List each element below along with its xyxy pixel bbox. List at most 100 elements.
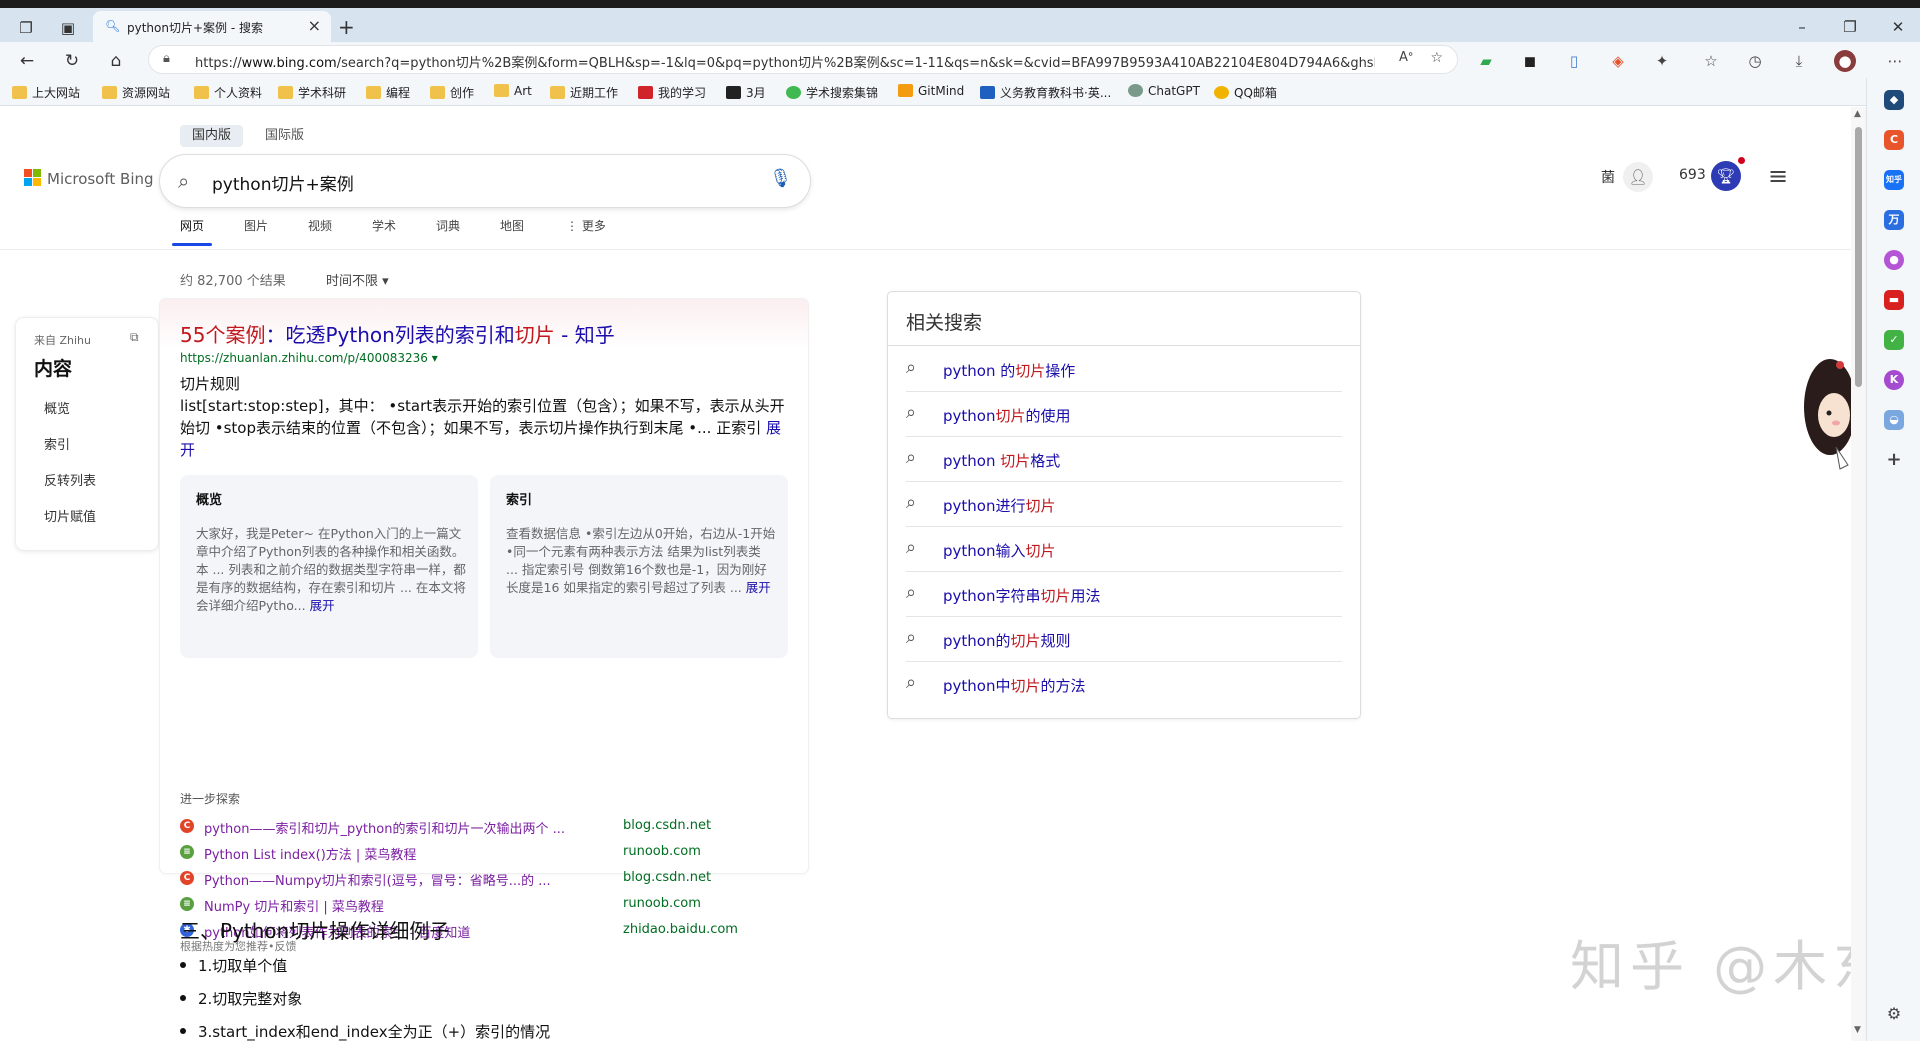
language-badge[interactable]: 菌	[1601, 167, 1615, 187]
bookmark-link[interactable]: 3月	[726, 84, 766, 101]
sidebar-app-icon[interactable]: ◆	[1884, 90, 1904, 110]
url-text[interactable]: https://www.bing.com/search?q=python切片%2…	[195, 52, 1375, 71]
sidebar-settings-icon[interactable]: ⚙	[1884, 1004, 1904, 1024]
sidebar-message-icon[interactable]: ▬	[1884, 290, 1904, 310]
related-item[interactable]: ⌕ python切片的使用	[906, 392, 1342, 437]
mascot-character[interactable]	[1796, 357, 1851, 473]
scroll-down-icon[interactable]: ▼	[1854, 1025, 1861, 1035]
rewards-points[interactable]: 693	[1679, 167, 1706, 183]
bing-logo[interactable]: Microsoft Bing	[24, 169, 154, 188]
related-item[interactable]: ⌕ python输入切片	[906, 527, 1342, 572]
close-icon[interactable]: ×	[308, 16, 321, 35]
related-item[interactable]: ⌕ python字符串切片用法	[906, 572, 1342, 617]
explore-item[interactable]: ≡ Python List index()方法 | 菜鸟教程 runoob.co…	[180, 843, 790, 863]
related-item[interactable]: ⌕ python的切片规则	[906, 617, 1342, 662]
history-icon[interactable]: ◷	[1744, 50, 1766, 72]
extension-dark-icon[interactable]: ◼	[1519, 50, 1541, 72]
sidebar-add-icon[interactable]: +	[1884, 450, 1904, 470]
outline-item[interactable]: 概览	[44, 398, 70, 417]
result-title-link[interactable]: 55个案例：吃透Python列表的索引和切片 - 知乎	[180, 319, 615, 348]
tab-active[interactable]: 🔍︎ python切片+案例 - 搜索 ×	[93, 11, 331, 42]
tab-web[interactable]: 网页	[180, 217, 204, 234]
bookmark-link[interactable]: GitMind	[898, 84, 964, 98]
related-item[interactable]: ⌕ python中切片的方法	[906, 662, 1342, 707]
more-menu-icon[interactable]: ⋯	[1884, 50, 1906, 72]
add-favorite-icon[interactable]: ☆	[1430, 50, 1443, 66]
tab-more[interactable]: ⋮ 更多	[566, 217, 606, 234]
tab-dictionary[interactable]: 词典	[436, 217, 460, 234]
new-tab-icon[interactable]: +	[338, 17, 355, 37]
explore-link[interactable]: python——索引和切片_python的索引和切片一次输出两个 ...	[204, 818, 565, 837]
sidebar-check-icon[interactable]: ✓	[1884, 330, 1904, 350]
result-url[interactable]: https://zhuanlan.zhihu.com/p/400083236 ▾	[180, 351, 438, 365]
refresh-icon[interactable]: ↻	[61, 50, 83, 72]
sidebar-color-icon[interactable]: ●	[1884, 250, 1904, 270]
explore-link[interactable]: Python——Numpy切片和索引(逗号，冒号：省略号...的 ...	[204, 870, 551, 889]
extension-green-icon[interactable]: ▰	[1475, 50, 1497, 72]
bookmark-folder[interactable]: 创作	[430, 84, 474, 101]
profile-avatar[interactable]: ●	[1834, 50, 1856, 72]
minimize-icon[interactable]: –	[1782, 18, 1822, 36]
sub-card-overview[interactable]: 概览 大家好，我是Peter~ 在Python入门的上一篇文章中介绍了Pytho…	[180, 475, 478, 658]
downloads-icon[interactable]: ⤓	[1788, 50, 1810, 72]
tab-videos[interactable]: 视频	[308, 217, 332, 234]
sidebar-csdn-icon[interactable]: C	[1884, 130, 1904, 150]
favorites-icon[interactable]: ☆	[1700, 50, 1722, 72]
hamburger-menu-icon[interactable]: ≡	[1768, 162, 1788, 190]
sidebar-translate-icon[interactable]: 万	[1884, 210, 1904, 230]
bookmark-folder[interactable]: 编程	[366, 84, 410, 101]
outline-item[interactable]: 索引	[44, 434, 70, 453]
related-item[interactable]: ⌕ python 的切片操作	[906, 347, 1342, 392]
address-bar[interactable]: 🔒︎ https://www.bing.com/search?q=python切…	[148, 45, 1458, 74]
related-item[interactable]: ⌕ python 切片格式	[906, 437, 1342, 482]
sub-card-index[interactable]: 索引 查看数据信息 •索引左边从0开始，右边从-1开始 •同一个元素有两种表示方…	[490, 475, 788, 658]
tab-actions-icon[interactable]: ▣	[58, 18, 78, 38]
workspaces-icon[interactable]: ❐	[16, 18, 36, 38]
bookmark-link[interactable]: 学术搜索集锦	[786, 84, 878, 101]
back-icon[interactable]: ←	[16, 50, 38, 72]
external-link-icon[interactable]: ⧉	[130, 330, 139, 345]
time-filter-dropdown[interactable]: 时间不限 ▾	[326, 270, 389, 289]
maximize-icon[interactable]: ❐	[1830, 18, 1870, 36]
tab-images[interactable]: 图片	[244, 217, 268, 234]
tab-academic[interactable]: 学术	[372, 217, 396, 234]
bookmark-folder[interactable]: 学术科研	[278, 84, 346, 101]
expand-link[interactable]: 展开	[746, 580, 771, 595]
sidebar-k-icon[interactable]: K	[1884, 370, 1904, 390]
outline-item[interactable]: 切片赋值	[44, 506, 96, 525]
extension-blue-icon[interactable]: ▯	[1563, 50, 1585, 72]
bookmark-link[interactable]: ChatGPT	[1128, 84, 1200, 98]
related-item[interactable]: ⌕ python进行切片	[906, 482, 1342, 527]
bookmark-folder[interactable]: 近期工作	[550, 84, 618, 101]
extension-orange-icon[interactable]: ◈	[1607, 50, 1629, 72]
explore-item[interactable]: C python——索引和切片_python的索引和切片一次输出两个 ... b…	[180, 817, 790, 837]
region-tab-domestic[interactable]: 国内版	[180, 125, 244, 147]
read-aloud-icon[interactable]: Aᐤ	[1399, 50, 1413, 65]
search-box[interactable]: ⌕ python切片+案例 🎙︎	[160, 155, 810, 207]
bookmark-folder[interactable]: 资源网站	[102, 84, 170, 101]
scrollbar-thumb[interactable]	[1855, 127, 1862, 387]
search-input[interactable]: python切片+案例	[212, 170, 354, 195]
tab-maps[interactable]: 地图	[500, 217, 524, 234]
sidebar-zhihu-icon[interactable]: 知乎	[1884, 170, 1904, 190]
bookmark-link[interactable]: 义务教育教科书·英...	[980, 84, 1111, 101]
home-icon[interactable]: ⌂	[105, 50, 127, 72]
expand-link[interactable]: 展开	[310, 598, 335, 613]
scroll-up-icon[interactable]: ▲	[1854, 109, 1861, 119]
page-scrollbar[interactable]: ▲ ▼	[1851, 107, 1866, 1041]
sidebar-drop-icon[interactable]: ◒	[1884, 410, 1904, 430]
lock-icon[interactable]: 🔒︎	[163, 51, 170, 66]
explore-item[interactable]: ≡ NumPy 切片和索引 | 菜鸟教程 runoob.com	[180, 895, 790, 915]
bookmark-folder[interactable]: 上大网站	[12, 84, 80, 101]
explore-item[interactable]: C Python——Numpy切片和索引(逗号，冒号：省略号...的 ... b…	[180, 869, 790, 889]
bookmark-link[interactable]: 我的学习	[638, 84, 706, 101]
region-tab-international[interactable]: 国际版	[253, 125, 316, 147]
close-window-icon[interactable]: ✕	[1878, 18, 1918, 36]
bookmark-link[interactable]: QQ邮箱	[1214, 84, 1277, 101]
microphone-icon[interactable]: 🎙︎	[769, 168, 792, 189]
account-avatar[interactable]: 👤︎	[1623, 162, 1653, 192]
outline-item[interactable]: 反转列表	[44, 470, 96, 489]
explore-link[interactable]: NumPy 切片和索引 | 菜鸟教程	[204, 896, 384, 915]
bookmark-folder[interactable]: 个人资料	[194, 84, 262, 101]
search-icon[interactable]: ⌕	[178, 169, 189, 193]
